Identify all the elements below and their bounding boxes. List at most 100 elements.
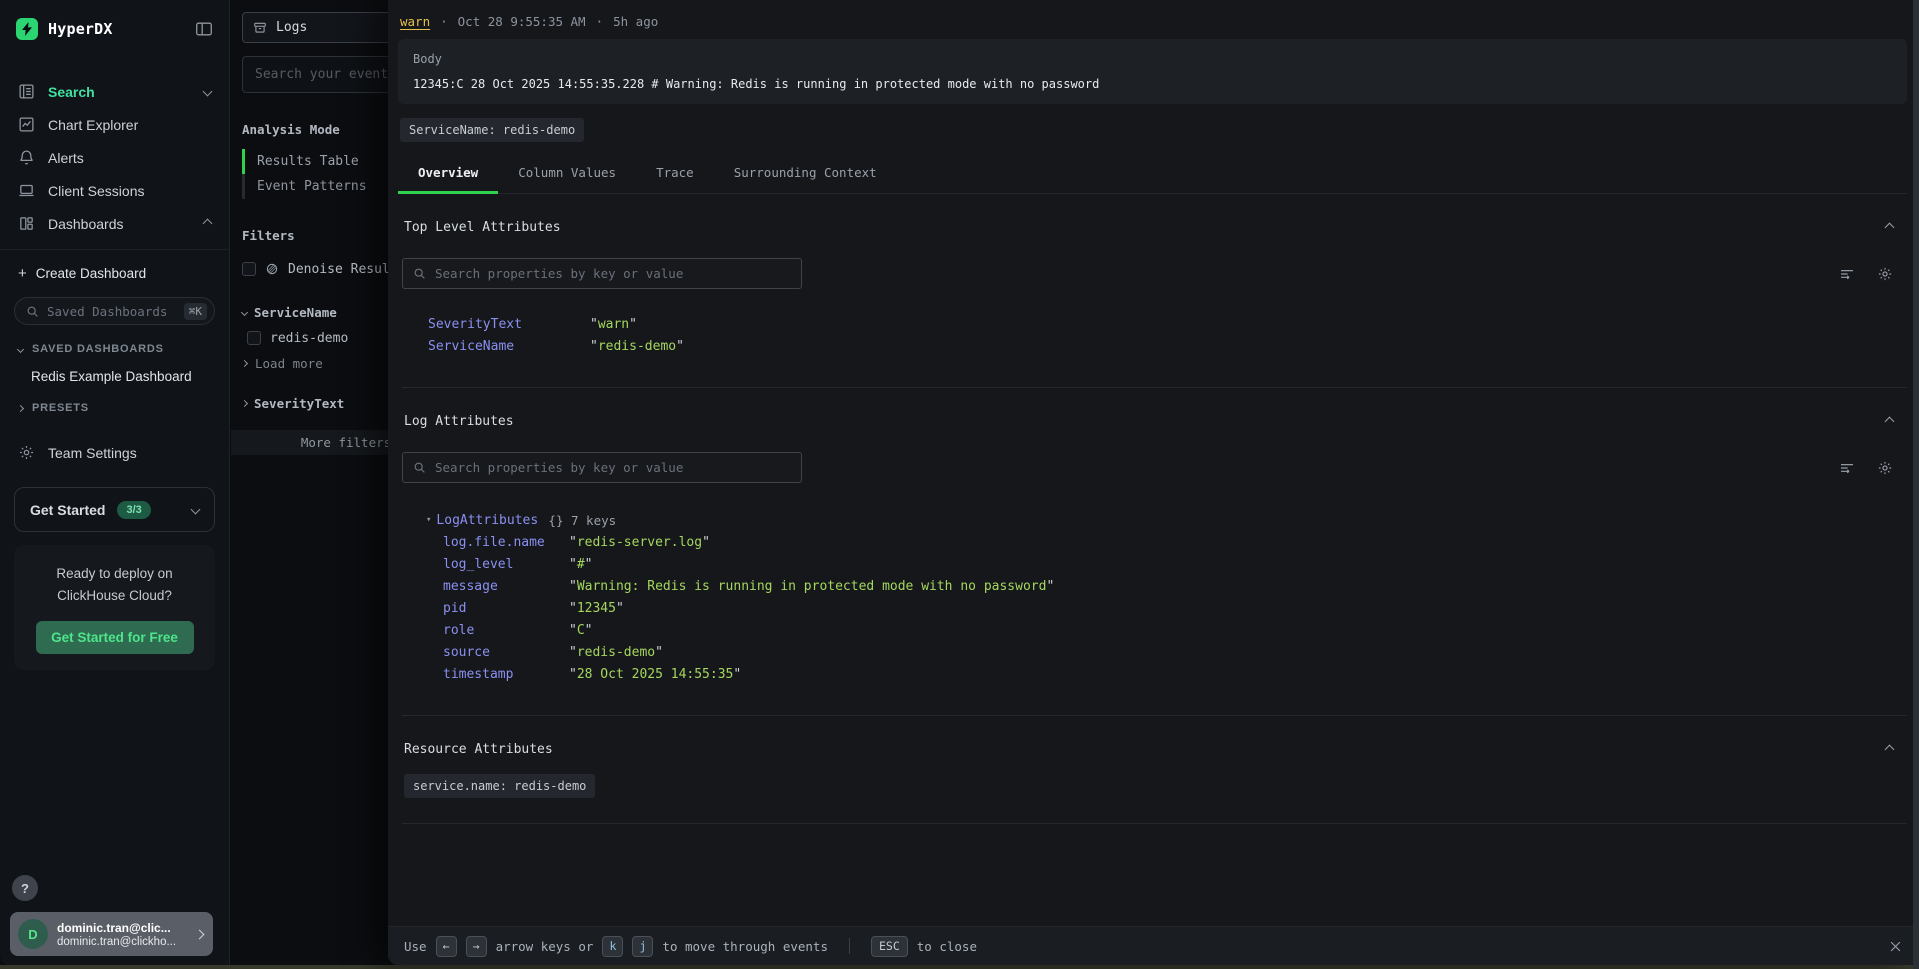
attribute-value[interactable]: redis-demo (590, 339, 684, 354)
wrap-lines-icon[interactable] (1839, 460, 1855, 476)
sidebar: HyperDX Search Chart Explorer Alerts Cli (0, 0, 230, 965)
get-started-free-button[interactable]: Get Started for Free (36, 621, 194, 654)
top-level-kv-list: SeverityText warn ServiceName redis-demo (402, 313, 1907, 387)
tab-column-values[interactable]: Column Values (498, 155, 636, 193)
checkbox[interactable] (242, 262, 256, 276)
attribute-key[interactable]: ServiceName (428, 339, 590, 354)
section-header: Top Level Attributes (402, 194, 1907, 235)
collapse-section-icon[interactable] (1885, 223, 1895, 233)
sidebar-item-client-sessions[interactable]: Client Sessions (10, 175, 219, 206)
property-search-box[interactable] (402, 258, 802, 289)
attribute-key[interactable]: pid (443, 601, 569, 616)
severity-badge[interactable]: warn (400, 14, 430, 29)
close-panel-button[interactable] (1888, 939, 1903, 954)
attribute-value[interactable]: Warning: Redis is running in protected m… (569, 579, 1054, 594)
divider (0, 249, 229, 250)
resource-service-chip[interactable]: service.name: redis-demo (404, 774, 595, 798)
expander-triangle-icon[interactable]: ▾ (426, 515, 431, 525)
sidebar-item-label: Alerts (48, 150, 84, 166)
log-attributes-parent-row[interactable]: ▾ LogAttributes {} 7 keys (426, 509, 1907, 531)
saved-dashboards-search[interactable]: ⌘K (14, 297, 215, 325)
create-dashboard-label: Create Dashboard (36, 266, 146, 281)
gear-icon[interactable] (1877, 460, 1893, 476)
attribute-value[interactable]: C (569, 623, 592, 638)
create-dashboard-button[interactable]: + Create Dashboard (0, 264, 229, 297)
sidebar-item-chart-explorer[interactable]: Chart Explorer (10, 109, 219, 140)
presets-group[interactable]: PRESETS (0, 384, 229, 414)
window-scrollbar[interactable] (1913, 0, 1919, 969)
property-search-box[interactable] (402, 452, 802, 483)
help-button[interactable]: ? (12, 875, 38, 901)
cmd-k-shortcut: ⌘K (184, 303, 207, 320)
k-key[interactable]: k (602, 936, 623, 957)
search-icon (413, 267, 426, 280)
section-toolbar (402, 258, 1907, 289)
search-icon (413, 461, 426, 474)
denoise-icon (265, 262, 279, 276)
get-started-card[interactable]: Get Started 3/3 (14, 487, 215, 532)
search-list-icon (18, 83, 35, 100)
saved-dashboards-input[interactable] (47, 304, 176, 319)
arrow-right-key[interactable]: → (466, 936, 487, 957)
sidebar-item-dashboards[interactable]: Dashboards (10, 208, 219, 239)
sidebar-item-alerts[interactable]: Alerts (10, 142, 219, 173)
chevron-right-icon (241, 359, 248, 366)
group-label-text: SAVED DASHBOARDS (32, 343, 164, 355)
j-key[interactable]: j (632, 936, 653, 957)
property-search-input[interactable] (435, 266, 791, 281)
checkbox[interactable] (247, 331, 261, 345)
kv-row: pid 12345 (426, 597, 1907, 619)
sidebar-collapse-icon[interactable] (195, 21, 213, 37)
property-search-input[interactable] (435, 460, 791, 475)
collapse-section-icon[interactable] (1885, 745, 1895, 755)
kv-row: message Warning: Redis is running in pro… (426, 575, 1907, 597)
attribute-value[interactable]: 28 Oct 2025 14:55:35 (569, 667, 741, 682)
section-title: Log Attributes (404, 414, 514, 429)
footer-text-move: to move through events (662, 939, 828, 954)
sidebar-item-search[interactable]: Search (10, 76, 219, 107)
meta-dot: · (440, 14, 448, 29)
attribute-key[interactable]: log_level (443, 557, 569, 572)
plus-icon: + (18, 266, 27, 281)
attribute-key[interactable]: source (443, 645, 569, 660)
tab-surrounding-context[interactable]: Surrounding Context (714, 155, 897, 193)
source-select-value: Logs (276, 20, 307, 35)
gear-icon[interactable] (1877, 266, 1893, 282)
attribute-key[interactable]: SeverityText (428, 317, 590, 332)
collapse-section-icon[interactable] (1885, 417, 1895, 427)
service-name-chip[interactable]: ServiceName: redis-demo (400, 118, 584, 142)
facet-value-label: redis-demo (270, 331, 348, 346)
section-tool-icons (1839, 266, 1907, 282)
chevron-up-icon (203, 219, 213, 229)
attribute-key[interactable]: timestamp (443, 667, 569, 682)
event-body-box: Body 12345:C 28 Oct 2025 14:55:35.228 # … (398, 39, 1907, 104)
event-timestamp: Oct 28 9:55:35 AM (458, 14, 586, 29)
dashboard-link-redis-example[interactable]: Redis Example Dashboard (0, 355, 229, 384)
attribute-key[interactable]: role (443, 623, 569, 638)
spacer (388, 824, 1919, 926)
event-detail-panel: warn · Oct 28 9:55:35 AM · 5h ago Body 1… (388, 0, 1919, 965)
attribute-key[interactable]: log.file.name (443, 535, 569, 550)
close-icon (1888, 939, 1903, 954)
laptop-icon (18, 182, 35, 199)
attribute-value[interactable]: warn (590, 317, 637, 332)
attribute-value[interactable]: 12345 (569, 601, 624, 616)
wrap-lines-icon[interactable] (1839, 266, 1855, 282)
team-settings-label: Team Settings (48, 445, 137, 461)
arrow-left-key[interactable]: ← (436, 936, 457, 957)
chevron-right-icon (195, 929, 205, 939)
esc-key[interactable]: ESC (871, 936, 908, 957)
attribute-key[interactable]: LogAttributes (436, 513, 548, 528)
attribute-key[interactable]: message (443, 579, 569, 594)
attribute-value[interactable]: redis-demo (569, 645, 663, 660)
user-menu[interactable]: D dominic.tran@clic... dominic.tran@clic… (10, 912, 213, 956)
team-settings-button[interactable]: Team Settings (0, 414, 229, 461)
kv-row: source redis-demo (426, 641, 1907, 663)
attribute-value[interactable]: redis-server.log (569, 535, 710, 550)
tab-overview[interactable]: Overview (398, 155, 498, 193)
load-more-label: Load more (255, 356, 323, 371)
tab-trace[interactable]: Trace (636, 155, 714, 193)
attribute-value[interactable]: # (569, 557, 592, 572)
saved-dashboards-group[interactable]: SAVED DASHBOARDS (0, 325, 229, 355)
logs-source-icon (253, 21, 267, 35)
